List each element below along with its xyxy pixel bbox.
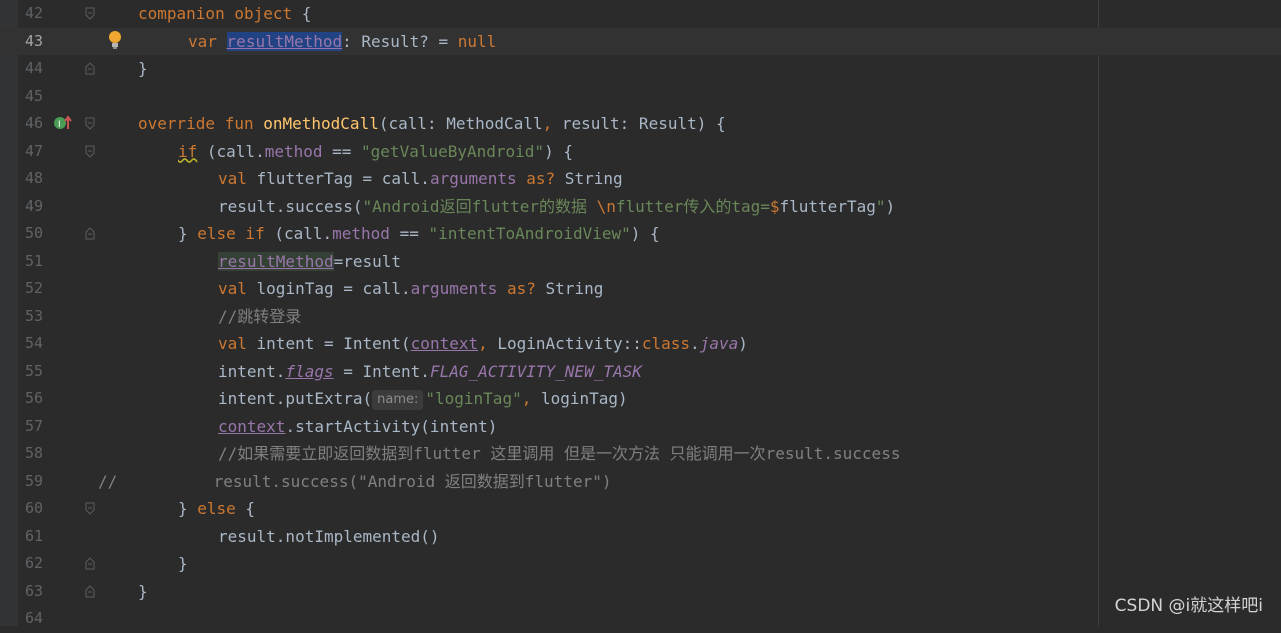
line-number: 53	[24, 306, 43, 325]
line-number: 42	[24, 4, 43, 22]
code-text: intent.putExtra(name: "loginTag", loginTa…	[218, 389, 628, 410]
code-text: context.startActivity(intent)	[218, 416, 498, 436]
code-line-64[interactable]: 64	[0, 605, 1281, 633]
code-line-43[interactable]: 43 var resultMethod: Result? = null	[0, 27, 1281, 55]
code-line-52[interactable]: 52 val loginTag = call.arguments as? Str…	[0, 275, 1281, 303]
code-text: }	[178, 554, 188, 573]
code-text: result.notImplemented()	[218, 526, 440, 546]
fold-open-icon[interactable]	[85, 145, 95, 158]
code-line-57[interactable]: 57 context.startActivity(intent)	[0, 413, 1281, 441]
code-text: } else if (call.method == "intentToAndro…	[178, 224, 660, 243]
code-text: val intent = Intent(context, LoginActivi…	[218, 334, 748, 353]
line-number: 50	[24, 224, 43, 242]
code-line-48[interactable]: 48 val flutterTag = call.arguments as? S…	[0, 165, 1281, 193]
line-number: 57	[24, 416, 43, 435]
code-line-58[interactable]: 58 //如果需要立即返回数据到flutter 这里调用 但是一次方法 只能调用…	[0, 440, 1281, 468]
line-number: 62	[24, 554, 43, 572]
code-text: resultMethod=result	[218, 251, 402, 271]
code-line-56[interactable]: 56 intent.putExtra(name: "loginTag", logi…	[0, 385, 1281, 413]
code-line-62[interactable]: 62 }	[0, 550, 1281, 578]
parameter-hint: name:	[372, 390, 424, 410]
code-line-42[interactable]: 42 companion object {	[0, 0, 1281, 28]
code-editor[interactable]: 42 companion object { 43 var resultMetho…	[0, 0, 1281, 627]
svg-text:I: I	[58, 120, 61, 130]
code-line-59[interactable]: 59 // result.success("Android 返回数据到flutt…	[0, 468, 1281, 496]
code-line-54[interactable]: 54 val intent = Intent(context, LoginAct…	[0, 330, 1281, 358]
line-number: 63	[24, 581, 43, 600]
selected-identifier[interactable]: resultMethod	[226, 31, 343, 51]
code-line-51[interactable]: 51 resultMethod=result	[0, 248, 1281, 276]
fold-close-icon[interactable]	[85, 584, 95, 598]
code-line-45[interactable]: 45	[0, 83, 1281, 111]
line-number: 49	[24, 196, 43, 215]
usage-highlight[interactable]: resultMethod	[218, 251, 334, 271]
fold-close-icon[interactable]	[85, 557, 95, 570]
code-text: var resultMethod: Result? = null	[188, 31, 497, 51]
line-number: 54	[24, 334, 43, 352]
code-line-63[interactable]: 63 }	[0, 578, 1281, 606]
code-text: result.success("Android返回flutter的数据 \nfl…	[218, 196, 896, 216]
line-number: 64	[24, 609, 43, 627]
code-text: if (call.method == "getValueByAndroid") …	[178, 141, 573, 161]
code-text: //跳转登录	[218, 306, 302, 326]
line-number: 43	[24, 31, 43, 50]
line-number: 44	[24, 59, 43, 77]
code-line-61[interactable]: 61 result.notImplemented()	[0, 523, 1281, 551]
line-number: 61	[24, 526, 43, 545]
line-number: 47	[24, 141, 43, 160]
code-text: override fun onMethodCall(call: MethodCa…	[138, 114, 726, 133]
fold-open-icon[interactable]	[85, 227, 95, 240]
code-text: }	[138, 59, 148, 78]
code-text: val flutterTag = call.arguments as? Stri…	[218, 169, 623, 188]
line-number: 55	[24, 361, 43, 380]
fold-close-icon[interactable]	[85, 62, 95, 75]
line-number: 45	[24, 86, 43, 105]
code-line-53[interactable]: 53 //跳转登录	[0, 303, 1281, 331]
line-number: 58	[24, 444, 43, 462]
code-line-47[interactable]: 47 if (call.method == "getValueByAndroid…	[0, 138, 1281, 166]
line-number: 48	[24, 169, 43, 187]
fold-open-icon[interactable]	[85, 117, 95, 130]
fold-open-icon[interactable]	[85, 502, 95, 515]
line-number: 60	[24, 499, 43, 517]
line-number: 56	[24, 389, 43, 407]
line-number: 51	[24, 251, 43, 270]
code-text: // result.success("Android 返回数据到flutter"…	[98, 471, 612, 491]
fold-open-icon[interactable]	[85, 7, 95, 20]
code-text: companion object {	[138, 4, 312, 23]
code-text: }	[138, 581, 148, 601]
code-line-44[interactable]: 44 }	[0, 55, 1281, 83]
code-text: val loginTag = call.arguments as? String	[218, 279, 604, 298]
implements-override-icon[interactable]: I	[53, 115, 73, 135]
code-line-46[interactable]: 46 I override fun onMethodCall(call: Met…	[0, 110, 1281, 138]
watermark: CSDN @i就这样吧i	[1114, 596, 1263, 616]
line-number: 52	[24, 279, 43, 297]
lightbulb-icon[interactable]	[108, 30, 122, 54]
code-line-49[interactable]: 49 result.success("Android返回flutter的数据 \…	[0, 193, 1281, 221]
line-number: 46	[24, 114, 43, 132]
code-line-50[interactable]: 50 } else if (call.method == "intentToAn…	[0, 220, 1281, 248]
code-text: intent.flags = Intent.FLAG_ACTIVITY_NEW_…	[218, 361, 642, 381]
code-text: //如果需要立即返回数据到flutter 这里调用 但是一次方法 只能调用一次r…	[218, 444, 901, 463]
code-line-55[interactable]: 55 intent.flags = Intent.FLAG_ACTIVITY_N…	[0, 358, 1281, 386]
code-line-60[interactable]: 60 } else {	[0, 495, 1281, 523]
line-number: 59	[24, 471, 43, 490]
code-text: } else {	[178, 499, 256, 518]
